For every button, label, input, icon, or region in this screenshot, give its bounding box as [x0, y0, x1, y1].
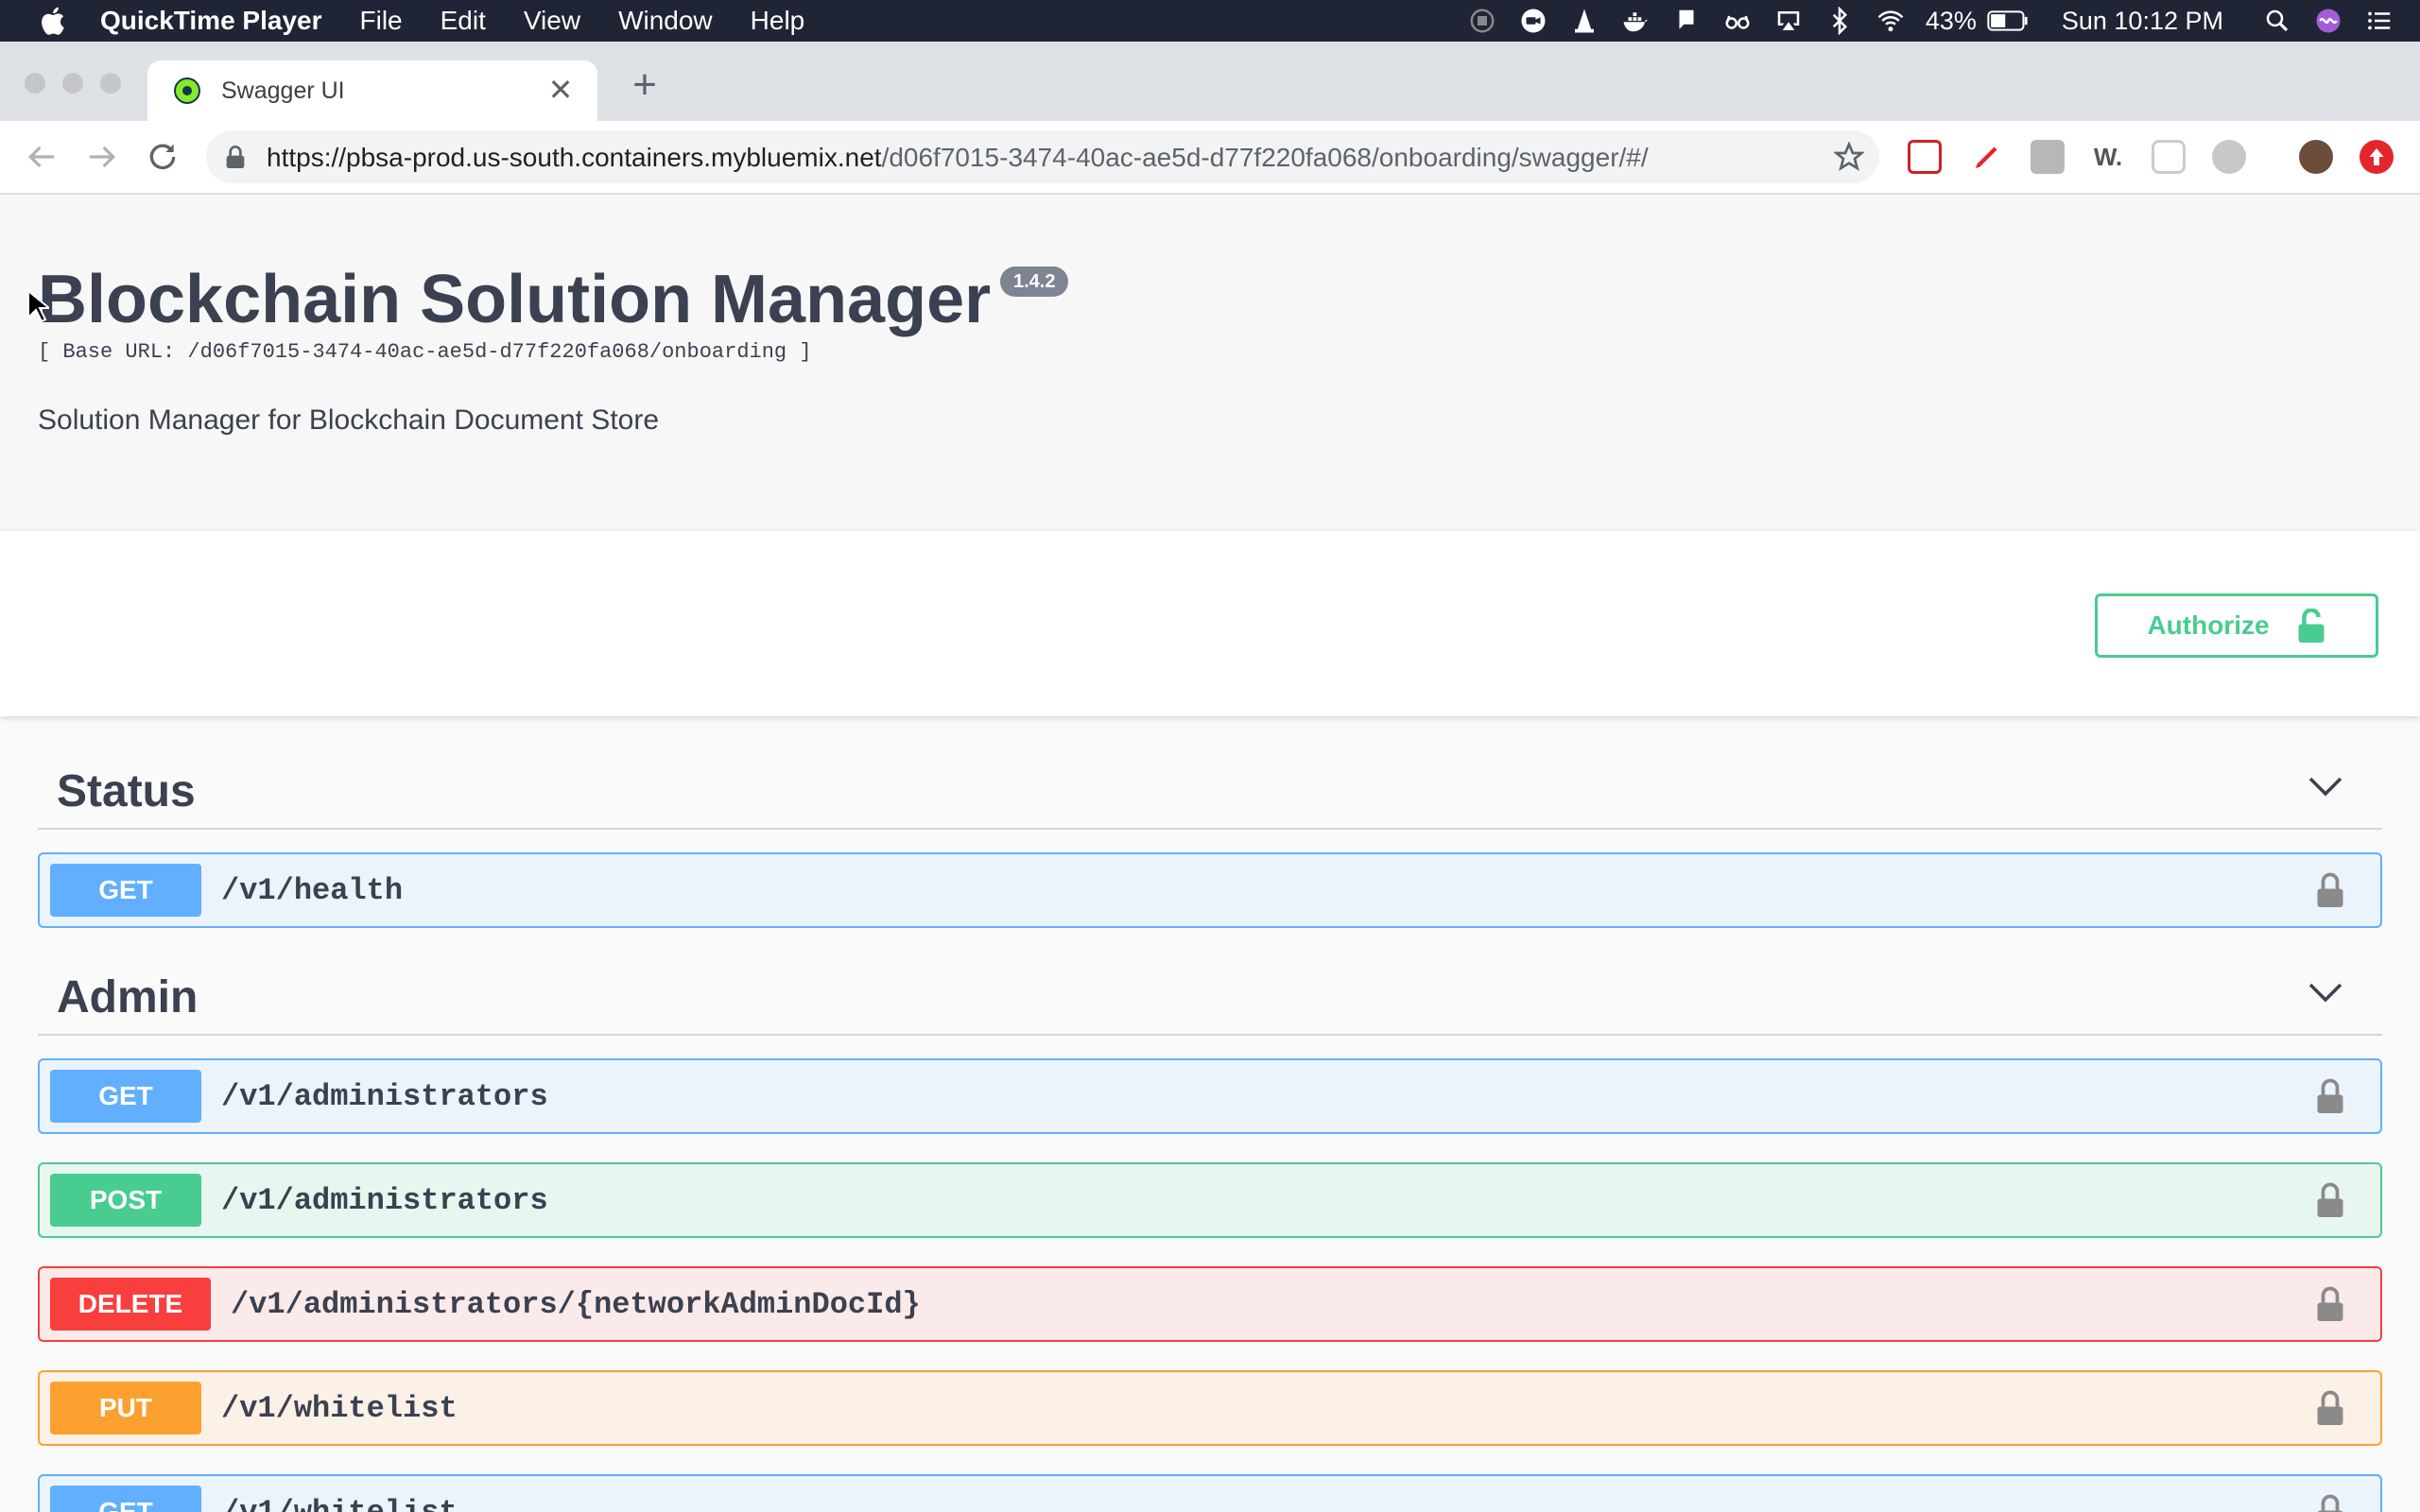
- operation-path: /v1/administrators: [221, 1079, 548, 1114]
- version-badge: 1.4.2: [1000, 266, 1069, 297]
- authorize-label: Authorize: [2147, 610, 2270, 640]
- extension-circle-icon[interactable]: [2212, 140, 2246, 174]
- extension-pen-icon[interactable]: [1970, 140, 2004, 174]
- spotlight-search-icon[interactable]: [2261, 7, 2293, 35]
- airplay-icon[interactable]: [1772, 7, 1805, 35]
- tag-section-status[interactable]: Status: [38, 745, 2382, 830]
- mouse-cursor-icon: [27, 289, 49, 323]
- scheme-container: Authorize: [0, 531, 2420, 716]
- authorize-button[interactable]: Authorize: [2095, 593, 2378, 658]
- operation-delete-administrator[interactable]: DELETE /v1/administrators/{networkAdminD…: [38, 1266, 2382, 1342]
- api-title: Blockchain Solution Manager: [38, 262, 992, 337]
- http-method-badge: PUT: [50, 1382, 201, 1435]
- operation-path: /v1/whitelist: [221, 1495, 458, 1512]
- camera-icon[interactable]: [1517, 7, 1549, 35]
- operation-post-administrators[interactable]: POST /v1/administrators: [38, 1162, 2382, 1238]
- api-info-section: Blockchain Solution Manager 1.4.2 [ Base…: [0, 195, 2420, 531]
- operation-path: /v1/health: [221, 873, 404, 908]
- macos-menu-bar: QuickTime Player File Edit View Window H…: [0, 0, 2420, 42]
- back-arrow-icon[interactable]: [23, 138, 60, 176]
- extension-camera-icon[interactable]: [2152, 140, 2186, 174]
- apple-menu-icon[interactable]: [36, 3, 72, 39]
- menu-app-name[interactable]: QuickTime Player: [100, 6, 322, 36]
- reload-icon[interactable]: [144, 138, 182, 176]
- http-method-badge: POST: [50, 1174, 201, 1227]
- glasses-icon[interactable]: [1721, 7, 1754, 35]
- tag-name: Status: [57, 766, 196, 816]
- browser-tab-strip: Swagger UI ✕ +: [0, 42, 2420, 121]
- menu-clock[interactable]: Sun 10:12 PM: [2062, 7, 2223, 36]
- siri-icon[interactable]: [2312, 7, 2344, 35]
- browser-tab-swagger[interactable]: Swagger UI ✕: [147, 60, 597, 121]
- menu-file[interactable]: File: [360, 6, 403, 36]
- operation-get-whitelist[interactable]: GET /v1/whitelist: [38, 1474, 2382, 1512]
- chevron-down-icon[interactable]: [2307, 979, 2344, 1005]
- wifi-icon[interactable]: [1875, 7, 1907, 35]
- base-url: [ Base URL: /d06f7015-3474-40ac-ae5d-d77…: [38, 340, 812, 364]
- padlock-icon[interactable]: [2316, 1389, 2344, 1427]
- flag-icon[interactable]: [1670, 7, 1703, 35]
- chevron-down-icon[interactable]: [2307, 773, 2344, 799]
- padlock-icon[interactable]: [2316, 1493, 2344, 1512]
- operation-path: /v1/administrators: [221, 1183, 548, 1218]
- forward-arrow-icon[interactable]: [83, 138, 121, 176]
- battery-icon[interactable]: [1986, 7, 2030, 35]
- extension-w-icon[interactable]: W.: [2091, 140, 2125, 174]
- new-tab-button[interactable]: +: [624, 64, 666, 106]
- padlock-icon[interactable]: [2316, 1285, 2344, 1323]
- http-method-badge: GET: [50, 864, 201, 917]
- http-method-badge: DELETE: [50, 1278, 211, 1331]
- menu-bar-status-area: 43% Sun 10:12 PM: [1447, 0, 2395, 42]
- notification-center-icon[interactable]: [2363, 7, 2395, 35]
- bookmark-star-icon[interactable]: [1834, 142, 1864, 172]
- extension-forward-icon[interactable]: [1908, 140, 1942, 174]
- window-close-button[interactable]: [25, 73, 45, 94]
- menu-view[interactable]: View: [524, 6, 580, 36]
- url-path: /d06f7015-3474-40ac-ae5d-d77f220fa068/on…: [881, 143, 1649, 172]
- window-minimize-button[interactable]: [62, 73, 83, 94]
- tag-name: Admin: [57, 972, 199, 1022]
- bluetooth-icon[interactable]: [1824, 7, 1856, 35]
- http-method-badge: GET: [50, 1070, 201, 1123]
- screen-record-icon[interactable]: [1466, 7, 1498, 35]
- menu-edit[interactable]: Edit: [441, 6, 486, 36]
- secure-lock-icon[interactable]: [225, 146, 246, 168]
- swagger-page: Blockchain Solution Manager 1.4.2 [ Base…: [0, 195, 2420, 1512]
- address-url: https://pbsa-prod.us-south.containers.my…: [267, 143, 1649, 173]
- window-zoom-button[interactable]: [100, 73, 121, 94]
- docker-icon[interactable]: [1619, 7, 1651, 35]
- tab-title: Swagger UI: [221, 77, 345, 104]
- address-bar[interactable]: https://pbsa-prod.us-south.containers.my…: [206, 130, 1879, 183]
- operation-path: /v1/administrators/{networkAdminDocId}: [231, 1287, 921, 1322]
- tag-section-admin[interactable]: Admin: [38, 951, 2382, 1036]
- profile-avatar[interactable]: [2299, 140, 2333, 174]
- operation-get-administrators[interactable]: GET /v1/administrators: [38, 1058, 2382, 1134]
- battery-percent: 43%: [1925, 6, 1977, 35]
- padlock-icon[interactable]: [2316, 871, 2344, 909]
- update-available-icon[interactable]: [2360, 140, 2394, 174]
- padlock-icon[interactable]: [2316, 1077, 2344, 1115]
- extension-gray-icon[interactable]: [2031, 140, 2065, 174]
- unlocked-padlock-icon: [2298, 609, 2325, 643]
- menu-window[interactable]: Window: [618, 6, 713, 36]
- url-host: https://pbsa-prod.us-south.containers.my…: [267, 143, 882, 172]
- tab-close-icon[interactable]: ✕: [544, 74, 577, 106]
- browser-toolbar: https://pbsa-prod.us-south.containers.my…: [0, 121, 2420, 195]
- vlc-cone-icon[interactable]: [1568, 7, 1600, 35]
- http-method-badge: GET: [50, 1486, 201, 1512]
- operation-get-health[interactable]: GET /v1/health: [38, 852, 2382, 928]
- menu-help[interactable]: Help: [751, 6, 805, 36]
- operation-put-whitelist[interactable]: PUT /v1/whitelist: [38, 1370, 2382, 1446]
- api-description: Solution Manager for Blockchain Document…: [38, 404, 660, 436]
- swagger-favicon-icon: [174, 77, 200, 104]
- padlock-icon[interactable]: [2316, 1181, 2344, 1219]
- operation-path: /v1/whitelist: [221, 1391, 458, 1426]
